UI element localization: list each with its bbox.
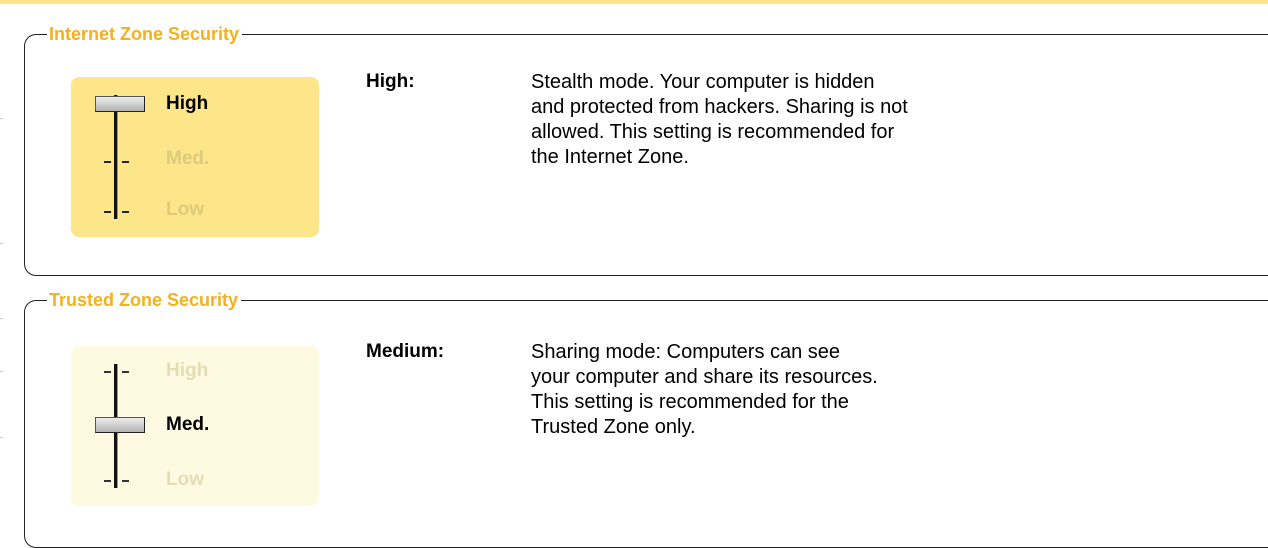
slider-tick xyxy=(122,161,129,163)
level-label-medium[interactable]: Med. xyxy=(166,414,209,436)
slider-thumb[interactable] xyxy=(95,417,145,433)
level-label-low[interactable]: Low xyxy=(166,199,204,221)
level-label-high[interactable]: High xyxy=(166,360,208,382)
internet-zone-slider[interactable]: High Med. Low xyxy=(71,77,319,237)
security-level-description: Sharing mode: Computers can see your com… xyxy=(531,341,878,438)
top-border xyxy=(0,0,1268,4)
slider-thumb[interactable] xyxy=(95,96,145,112)
slider-tick xyxy=(122,371,129,373)
trusted-zone-slider[interactable]: High Med. Low xyxy=(71,346,319,506)
security-level-description: Stealth mode. Your computer is hidden an… xyxy=(531,71,908,168)
level-label-medium[interactable]: Med. xyxy=(166,148,209,170)
security-level-label: Medium: xyxy=(366,341,445,362)
slider-tick xyxy=(122,211,129,213)
slider-tick xyxy=(104,371,111,373)
internet-zone-title: Internet Zone Security xyxy=(47,23,243,45)
trusted-zone-title: Trusted Zone Security xyxy=(47,289,242,311)
left-edge-marks xyxy=(0,0,12,546)
slider-tick xyxy=(104,211,111,213)
internet-zone-group: Internet Zone Security High Med. Low Hig… xyxy=(24,23,1268,276)
slider-tick xyxy=(104,480,111,482)
level-label-high[interactable]: High xyxy=(166,93,208,115)
slider-tick xyxy=(104,161,111,163)
security-level-label: High: xyxy=(366,71,415,92)
slider-tick xyxy=(122,480,129,482)
trusted-zone-group: Trusted Zone Security High Med. Low Medi… xyxy=(24,289,1268,548)
level-label-low[interactable]: Low xyxy=(166,469,204,491)
slider-track xyxy=(114,95,118,219)
